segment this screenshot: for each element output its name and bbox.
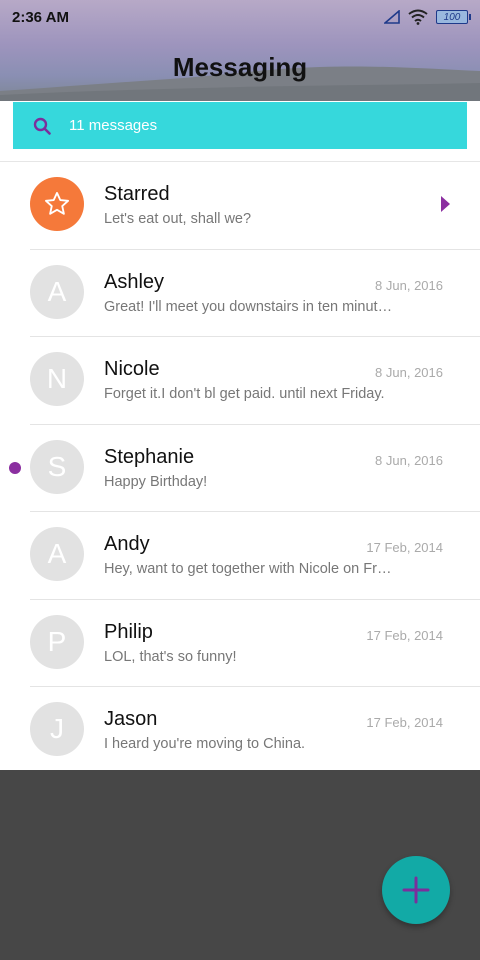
conversation-name: Jason xyxy=(104,708,158,730)
avatar-initial: J xyxy=(50,713,64,744)
conversation-name: Ashley xyxy=(104,270,165,293)
conversation-name: Andy xyxy=(104,533,150,555)
conversation-row-starred[interactable]: Starred Let's eat out, shall we? xyxy=(0,162,480,250)
avatar-initial: P xyxy=(47,625,67,657)
conversation-preview: Hey, want to get together with Nicole on… xyxy=(104,561,394,577)
conversation-preview: Happy Birthday! xyxy=(104,473,208,490)
unread-indicator xyxy=(9,461,21,474)
conversation-row[interactable]: J Jason 17 Feb, 2014 I heard you're movi… xyxy=(0,687,480,775)
conversation-row[interactable]: A Ashley 8 Jun, 2016 Great! I'll meet yo… xyxy=(0,250,480,337)
avatar-initial: N xyxy=(46,363,68,394)
star-icon xyxy=(44,191,70,215)
avatar: P xyxy=(30,614,84,669)
conversation-preview: Great! I'll meet you downstairs in ten m… xyxy=(104,298,394,315)
conversation-date: 8 Jun, 2016 xyxy=(375,277,443,293)
conversation-preview: Forget it.I don't bl get paid. until nex… xyxy=(104,386,385,402)
conversation-preview: Let's eat out, shall we? xyxy=(104,211,252,227)
wifi-icon xyxy=(408,9,428,25)
avatar: A xyxy=(30,527,84,581)
conversation-list: Starred Let's eat out, shall we? A Ashle… xyxy=(0,162,480,770)
plus-icon xyxy=(402,876,430,904)
conversation-name: Nicole xyxy=(104,358,160,380)
chevron-right-icon xyxy=(441,196,450,212)
status-icons: 100 xyxy=(384,9,471,25)
starred-avatar xyxy=(30,177,84,231)
new-message-button[interactable] xyxy=(382,856,450,924)
avatar: A xyxy=(30,264,84,319)
status-bar: 2:36 AM 100 xyxy=(0,0,480,34)
search-icon xyxy=(33,117,51,135)
page-title: Messaging xyxy=(172,52,308,82)
conversation-preview: LOL, that's so funny! xyxy=(104,648,237,665)
conversation-row[interactable]: N Nicole 8 Jun, 2016 Forget it.I don't b… xyxy=(0,337,480,425)
status-time: 2:36 AM xyxy=(12,8,69,26)
conversation-name: Stephanie xyxy=(104,445,195,468)
conversation-date: 17 Feb, 2014 xyxy=(366,540,443,555)
avatar: J xyxy=(30,702,84,756)
header: 2:36 AM 100 Messaging xyxy=(0,0,480,101)
search-bar[interactable]: 11 messages xyxy=(13,102,467,149)
signal-icon xyxy=(384,10,400,24)
conversation-date: 17 Feb, 2014 xyxy=(366,627,443,643)
battery-icon: 100 xyxy=(436,10,471,24)
conversation-date: 17 Feb, 2014 xyxy=(366,715,443,730)
search-container: 11 messages xyxy=(0,101,480,162)
conversation-row[interactable]: P Philip 17 Feb, 2014 LOL, that's so fun… xyxy=(0,600,480,687)
conversation-name: Starred xyxy=(104,183,170,205)
conversation-preview: I heard you're moving to China. xyxy=(104,736,306,752)
avatar: S xyxy=(30,439,84,494)
battery-level: 100 xyxy=(443,11,461,23)
search-summary: 11 messages xyxy=(69,117,158,134)
conversation-row[interactable]: A Andy 17 Feb, 2014 Hey, want to get tog… xyxy=(0,512,480,600)
avatar-initial: A xyxy=(47,538,67,569)
conversation-name: Philip xyxy=(104,620,153,643)
conversation-row[interactable]: S Stephanie 8 Jun, 2016 Happy Birthday! xyxy=(0,425,480,512)
avatar-initial: S xyxy=(47,450,67,482)
avatar-initial: A xyxy=(47,275,67,307)
conversation-date: 8 Jun, 2016 xyxy=(375,365,443,380)
conversation-date: 8 Jun, 2016 xyxy=(375,452,443,468)
avatar: N xyxy=(30,352,84,406)
